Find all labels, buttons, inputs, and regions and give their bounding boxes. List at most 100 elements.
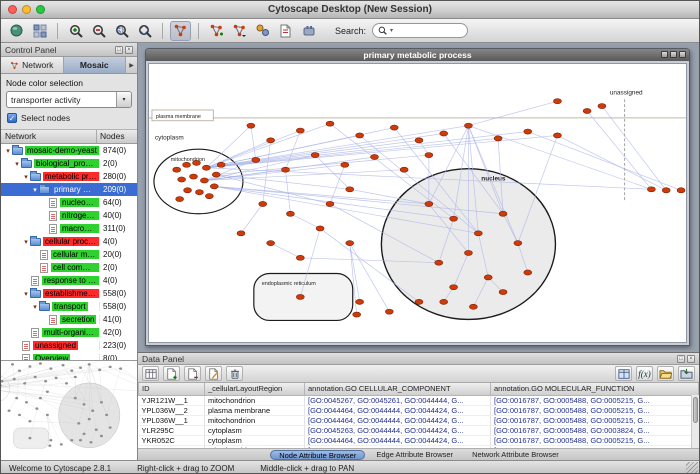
tree-item[interactable]: macromolecule...311(0) — [1, 222, 137, 235]
vizmapper-icon[interactable] — [252, 21, 273, 41]
resize-grip[interactable] — [686, 462, 698, 474]
tree-item[interactable]: ▾establishment of lo...558(0) — [1, 287, 137, 300]
table-mode-icon[interactable] — [615, 366, 632, 381]
table-cell[interactable]: [GO:0045267, GO:0045261, GO:0044444, G..… — [305, 395, 491, 405]
table-cell[interactable]: [GO:0016787, GO:0005488, GO:0005215, G..… — [491, 435, 699, 445]
tree-item[interactable]: ▾cellular process4(0) — [1, 235, 137, 248]
table-row[interactable]: YKR052Ccytoplasm[GO:0044464, GO:0044444,… — [139, 435, 699, 445]
table-cell[interactable]: [GO:0044464, GO:0044444, GO:0044424, G..… — [305, 415, 491, 425]
column-header-molecular-function[interactable]: annotation.GO MOLECULAR_FUNCTION — [491, 383, 699, 395]
table-cell[interactable]: mitochondrion — [205, 445, 305, 448]
birdseye-view[interactable] — [1, 360, 137, 460]
table-scrollbar[interactable] — [691, 395, 699, 448]
tree-item[interactable]: cellular metabo...20(0) — [1, 248, 137, 261]
select-nodes-checkbox[interactable]: ✓ — [7, 113, 17, 123]
column-header-region[interactable]: _cellularLayoutRegion — [205, 383, 305, 395]
table-cell[interactable]: [GO:0016787, GO:0005488, GO:0005215, G..… — [491, 415, 699, 425]
table-cell[interactable]: [GO:0016787, GO:0005488, GO:0003824, G..… — [491, 425, 699, 435]
color-attribute-select[interactable]: transporter activity ▾ — [6, 91, 132, 108]
table-cell[interactable]: [GO:0016787, GO:0005488, GO:0005215, G..… — [491, 445, 699, 448]
table-scrollbar-thumb[interactable] — [693, 397, 698, 423]
expand-toggle-icon[interactable]: ▾ — [22, 238, 30, 246]
tree-header-network[interactable]: Network — [1, 130, 97, 143]
tab-network-attribute-browser[interactable]: Network Attribute Browser — [464, 450, 567, 460]
expand-toggle-icon[interactable]: ▾ — [31, 303, 39, 311]
delete-attribute-icon[interactable] — [184, 366, 201, 381]
frame-maximize-icon[interactable] — [670, 51, 677, 58]
import-attributes-icon[interactable] — [657, 366, 674, 381]
trash-icon[interactable] — [226, 366, 243, 381]
tab-mosaic[interactable]: Mosaic — [64, 57, 127, 73]
session-icon[interactable] — [6, 21, 27, 41]
table-row[interactable]: YPL036W__1mitochondrion[GO:0044464, GO:0… — [139, 415, 699, 425]
zoom-selected-icon[interactable] — [111, 21, 132, 41]
tree-item[interactable]: ▾biological_process2(0) — [1, 157, 137, 170]
expand-toggle-icon[interactable]: ▾ — [4, 147, 12, 155]
close-data-panel-icon[interactable]: × — [687, 355, 695, 363]
expand-toggle-icon[interactable]: ▾ — [22, 290, 30, 298]
table-row[interactable]: YJR121W__1mitochondrion[GO:0045267, GO:0… — [139, 395, 699, 405]
table-cell[interactable]: [GO:0016787, GO:0005488, GO:0005215, G..… — [491, 405, 699, 415]
minimize-window-button[interactable] — [22, 5, 31, 14]
tree-item[interactable]: cell communica...2(0) — [1, 261, 137, 274]
table-cell[interactable]: YPL036W__1 — [139, 415, 205, 425]
formula-builder-button[interactable]: f(x) — [636, 366, 653, 381]
zoom-in-icon[interactable] — [65, 21, 86, 41]
frame-close-icon[interactable] — [679, 51, 686, 58]
table-cell[interactable]: YPL036W__2 — [139, 405, 205, 415]
table-cell[interactable]: YKR052C — [139, 435, 205, 445]
frame-minimize-icon[interactable] — [661, 51, 668, 58]
tree-item[interactable]: ▾primary metab...209(0) — [1, 183, 137, 196]
tree-item[interactable]: nitrogen compo...40(0) — [1, 209, 137, 222]
tab-network[interactable]: Network — [1, 57, 64, 73]
import-network-icon[interactable] — [229, 21, 250, 41]
rename-attribute-icon[interactable] — [205, 366, 222, 381]
network-frame-titlebar[interactable]: primary metabolic process — [146, 49, 689, 61]
tree-item[interactable]: Overview8(0) — [1, 352, 137, 360]
tree-item[interactable]: ▾metabolic process280(0) — [1, 170, 137, 183]
table-cell[interactable]: cytoplasm — [205, 435, 305, 445]
tab-scroll-right-icon[interactable]: ▶ — [126, 57, 137, 73]
table-row[interactable]: YLR295Ccytoplasm[GO:0045263, GO:0044444,… — [139, 425, 699, 435]
table-row[interactable]: YDR039C__1mitochondrion[GO:0044464, GO:0… — [139, 445, 699, 448]
tree-header-nodes[interactable]: Nodes — [97, 130, 137, 143]
table-cell[interactable]: YDR039C__1 — [139, 445, 205, 448]
table-cell[interactable]: plasma membrane — [205, 405, 305, 415]
expand-toggle-icon[interactable]: ▾ — [22, 173, 30, 181]
annotation-icon[interactable] — [275, 21, 296, 41]
tree-item[interactable]: response to stimul...4(0) — [1, 274, 137, 287]
table-cell[interactable]: YLR295C — [139, 425, 205, 435]
export-attributes-icon[interactable] — [678, 366, 695, 381]
zoom-fit-icon[interactable] — [134, 21, 155, 41]
tree-item[interactable]: unassigned223(0) — [1, 339, 137, 352]
plugin-manager-icon[interactable] — [298, 21, 319, 41]
table-cell[interactable]: mitochondrion — [205, 395, 305, 405]
create-attribute-icon[interactable] — [163, 366, 180, 381]
tree-item[interactable]: secretion41(0) — [1, 313, 137, 326]
select-attributes-icon[interactable] — [142, 366, 159, 381]
search-input[interactable] — [396, 26, 462, 36]
close-window-button[interactable] — [8, 5, 17, 14]
tree-item[interactable]: ▾transport558(0) — [1, 300, 137, 313]
table-cell[interactable]: [GO:0016787, GO:0005488, GO:0005215, G..… — [491, 395, 699, 405]
network-canvas[interactable]: plasma membrane cytoplasm mitochondrion … — [148, 63, 687, 343]
tab-edge-attribute-browser[interactable]: Edge Attribute Browser — [368, 450, 461, 460]
table-cell[interactable]: [GO:0044464, GO:0044444, GO:0044424, G..… — [305, 405, 491, 415]
table-cell[interactable]: [GO:0044464, GO:0044444, GO:0044424, G..… — [305, 435, 491, 445]
table-cell[interactable]: [GO:0044464, GO:0044444, GO:0044424, G..… — [305, 445, 491, 448]
column-header-cellular-component[interactable]: annotation.GO CELLULAR_COMPONENT — [305, 383, 491, 395]
zoom-out-icon[interactable] — [88, 21, 109, 41]
settings-grid-icon[interactable] — [29, 21, 50, 41]
tab-node-attribute-browser[interactable]: Node Attribute Browser — [270, 450, 365, 460]
float-data-panel-icon[interactable]: □ — [677, 355, 685, 363]
table-cell[interactable]: YJR121W__1 — [139, 395, 205, 405]
table-row[interactable]: YPL036W__2plasma membrane[GO:0044464, GO… — [139, 405, 699, 415]
tree-item[interactable]: nucleobase...64(0) — [1, 196, 137, 209]
new-network-icon[interactable] — [206, 21, 227, 41]
search-box[interactable]: ▾ — [372, 23, 468, 38]
expand-toggle-icon[interactable]: ▾ — [13, 160, 21, 168]
search-options-arrow-icon[interactable]: ▾ — [390, 27, 393, 34]
table-cell[interactable]: mitochondrion — [205, 415, 305, 425]
tree-item[interactable]: ▾mosaic-demo-yeast874(0) — [1, 144, 137, 157]
zoom-window-button[interactable] — [36, 5, 45, 14]
